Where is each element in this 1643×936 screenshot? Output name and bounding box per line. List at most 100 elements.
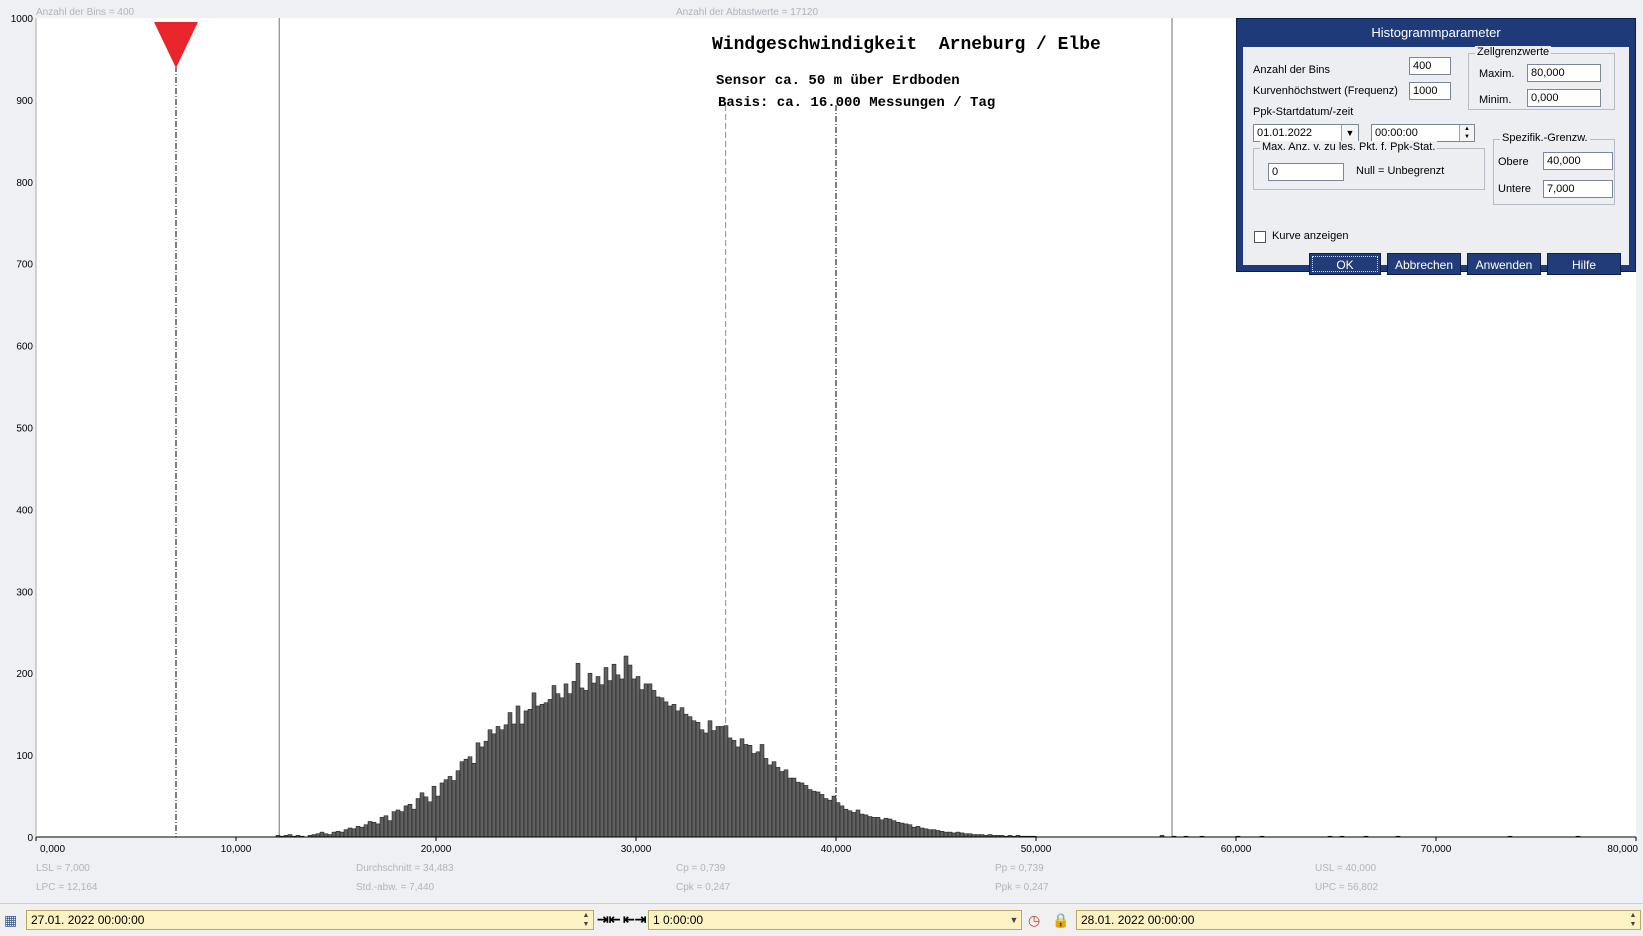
ppk-time-value: 00:00:00	[1375, 127, 1418, 139]
show-curve-checkbox[interactable]	[1254, 231, 1266, 243]
histogram-bar	[407, 803, 413, 838]
narrow-range-icon[interactable]: ⇥⇤	[597, 911, 620, 927]
histogram-bar	[835, 802, 841, 838]
histogram-bar	[879, 819, 885, 838]
histogram-bar	[863, 814, 869, 838]
histogram-bar	[627, 664, 633, 838]
histogram-bar	[743, 744, 749, 838]
bins-input[interactable]: 400	[1409, 57, 1451, 75]
histogram-bar	[719, 726, 725, 838]
curve-max-input[interactable]: 1000	[1409, 82, 1451, 100]
cancel-button[interactable]: Abbrechen	[1387, 253, 1461, 275]
spec-limits-group: Spezifik.-Grenzw. Obere 40,000 Untere 7,…	[1493, 132, 1615, 205]
histogram-bar	[739, 738, 745, 838]
histogram-bar	[815, 791, 821, 838]
chevron-down-icon[interactable]: ▼	[1341, 125, 1358, 141]
histogram-bar	[359, 826, 365, 838]
x-tick-label: 70,000	[1421, 844, 1452, 855]
calendar-icon[interactable]: ▦	[4, 912, 17, 928]
stat-mean: Durchschnitt = 34,483	[356, 863, 454, 874]
histogram-bar	[363, 824, 369, 838]
upper-label: Obere	[1498, 156, 1529, 168]
lower-limit-input[interactable]: 7,000	[1543, 180, 1613, 198]
histogram-bar	[491, 733, 497, 838]
cell-limits-group: Zellgrenzwerte Maxim. 80,000 Minim. 0,00…	[1468, 46, 1615, 110]
lock-icon[interactable]: 🔒	[1052, 912, 1069, 928]
end-spinner-icon[interactable]: ▲ ▼	[1626, 911, 1640, 929]
histogram-bar	[615, 674, 621, 838]
histogram-bar	[839, 805, 845, 838]
y-tick-label: 300	[16, 587, 33, 598]
stat-lpc: LPC = 12,164	[36, 882, 98, 893]
y-tick-label: 400	[16, 505, 33, 516]
histogram-bar	[435, 795, 441, 838]
histogram-bar	[783, 769, 789, 838]
start-spinner-icon[interactable]: ▲ ▼	[579, 911, 593, 929]
histogram-bar	[883, 817, 889, 838]
histogram-bar	[443, 779, 449, 838]
ppk-date-value: 01.01.2022	[1257, 127, 1313, 139]
histogram-bar	[831, 795, 837, 838]
end-datetime-field[interactable]: 28.01. 2022 00:00:00 ▲ ▼	[1076, 910, 1641, 930]
min-input[interactable]: 0,000	[1527, 89, 1601, 107]
histogram-bar	[751, 753, 757, 838]
bins-label: Anzahl der Bins	[1253, 64, 1331, 76]
histogram-bar	[375, 823, 381, 838]
end-datetime-value: 28.01. 2022 00:00:00	[1081, 913, 1195, 927]
show-curve-label: Kurve anzeigen	[1272, 230, 1349, 242]
histogram-bar	[759, 744, 765, 838]
histogram-bar	[503, 724, 509, 838]
stat-pp: Pp = 0,739	[995, 863, 1044, 874]
histogram-bar	[607, 680, 613, 838]
widen-range-icon[interactable]: ⇤⇥	[623, 911, 646, 927]
clock-icon[interactable]: ◷	[1028, 912, 1040, 928]
histogram-bar	[591, 682, 597, 838]
spinner-icon[interactable]: ▲ ▼	[1459, 125, 1474, 141]
x-tick-label: 50,000	[1021, 844, 1052, 855]
y-tick-label: 100	[16, 751, 33, 762]
histogram-bar	[943, 831, 949, 838]
histogram-bar	[603, 667, 609, 838]
histogram-bar	[731, 740, 737, 838]
start-datetime-field[interactable]: 27.01. 2022 00:00:00 ▲ ▼	[26, 910, 594, 930]
histogram-bar	[599, 684, 605, 838]
max-input[interactable]: 80,000	[1527, 64, 1601, 82]
histogram-bar	[827, 799, 833, 838]
ppk-time-input[interactable]: 00:00:00 ▲ ▼	[1371, 124, 1475, 142]
span-dropdown-icon[interactable]: ▼	[1007, 911, 1021, 929]
histogram-bar	[419, 792, 425, 838]
histogram-bar	[631, 678, 637, 838]
x-tick-label: 20,000	[421, 844, 452, 855]
histogram-bar	[747, 745, 753, 838]
histogram-bar	[583, 690, 589, 838]
histogram-bar	[667, 705, 673, 838]
histogram-bar	[799, 782, 805, 838]
histogram-bar	[939, 831, 945, 838]
histogram-bar	[639, 689, 645, 838]
time-span-field[interactable]: 1 0:00:00 ▼	[648, 910, 1022, 930]
histogram-bar	[535, 705, 541, 838]
upper-limit-input[interactable]: 40,000	[1543, 152, 1613, 170]
max-count-input[interactable]: 0	[1268, 163, 1344, 181]
histogram-bar	[519, 723, 525, 838]
histogram-bar	[595, 676, 601, 838]
curve-max-label: Kurvenhöchstwert (Frequenz)	[1253, 85, 1398, 97]
histogram-bar	[415, 798, 421, 838]
histogram-parameters-dialog[interactable]: Histogrammparameter Anzahl der Bins 400 …	[1236, 18, 1636, 275]
stat-lsl: LSL = 7,000	[36, 863, 90, 874]
histogram-bar	[387, 820, 393, 838]
histogram-bar	[551, 685, 557, 838]
histogram-bar	[555, 693, 561, 838]
histogram-bar	[855, 809, 861, 838]
help-button[interactable]: Hilfe	[1547, 253, 1621, 275]
histogram-bar	[659, 697, 665, 838]
histogram-bar	[623, 655, 629, 838]
chart-subtitle-basis: Basis: ca. 16.000 Messungen / Tag	[718, 95, 995, 111]
ppk-date-select[interactable]: 01.01.2022 ▼	[1253, 124, 1359, 142]
histogram-bar	[511, 723, 517, 838]
histogram-bar	[391, 811, 397, 838]
histogram-bar	[763, 758, 769, 838]
apply-button[interactable]: Anwenden	[1467, 253, 1541, 275]
histogram-bar	[471, 763, 477, 838]
ok-button[interactable]: OK	[1309, 253, 1381, 275]
